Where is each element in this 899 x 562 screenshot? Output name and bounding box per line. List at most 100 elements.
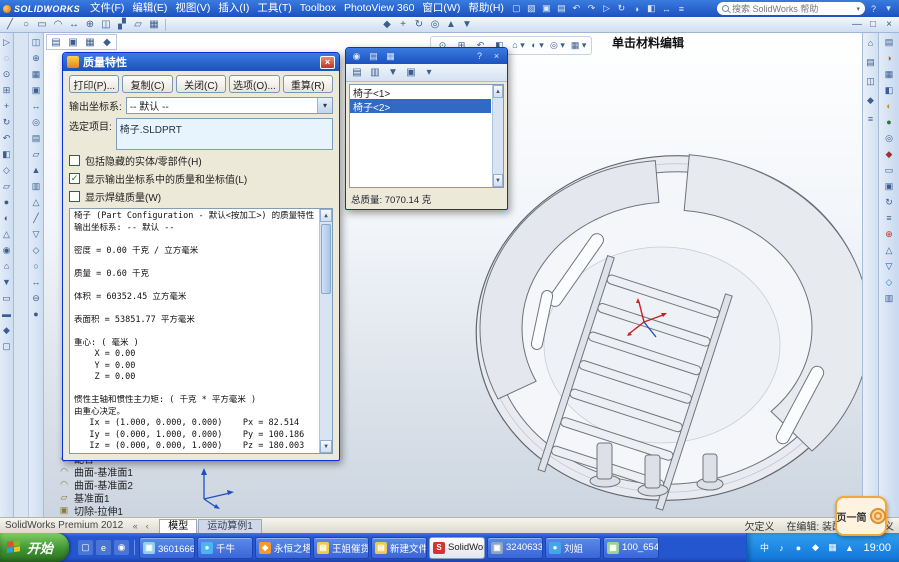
property-manager-tab-icon[interactable]: ▣ (65, 35, 81, 49)
menu-view[interactable]: 视图(V) (171, 0, 214, 17)
bom-icon[interactable]: ▥ (29, 179, 43, 193)
appearances-pane-icon[interactable]: ◆ (864, 93, 878, 107)
menu-help[interactable]: 帮助(H) (464, 0, 508, 17)
search-caret-icon[interactable]: ▾ (856, 5, 860, 13)
show-output-coordinate-checkbox[interactable]: ✓ 显示输出坐标系中的质量和坐标值(L) (69, 171, 333, 186)
dimxpert-tab-icon[interactable]: ◆ (99, 35, 115, 49)
zoom-fit-icon[interactable]: ⊙ (0, 67, 14, 81)
interference-detection-icon[interactable]: ▽ (29, 227, 43, 241)
task-folder-2[interactable]: ▤ 新建文件夹 (371, 537, 427, 559)
recall-render-icon[interactable]: ↻ (882, 195, 896, 209)
flat-list-icon[interactable]: ▤ (349, 66, 365, 80)
print-icon[interactable]: ▤ (554, 2, 569, 15)
toolbox-icon[interactable]: ▥ (882, 291, 896, 305)
task-qq-liujie[interactable]: ● 刘姐 (545, 537, 601, 559)
select-icon[interactable]: ▷ (599, 2, 614, 15)
tab-scroll-first[interactable]: « (129, 521, 141, 531)
zoom-area-icon[interactable]: ⊞ (0, 83, 14, 97)
move-component-icon[interactable]: ↔ (29, 99, 43, 113)
menu-toolbox[interactable]: Toolbox (296, 0, 340, 17)
more-options-icon[interactable]: ▾ (421, 66, 437, 80)
file-explorer-icon[interactable]: ◫ (864, 74, 878, 88)
checkbox-icon[interactable] (69, 191, 80, 202)
menu-edit[interactable]: 编辑(E) (128, 0, 171, 17)
list-item[interactable]: 椅子<1> (350, 85, 491, 99)
task-image-100[interactable]: ▦ 100_6546.b... (603, 537, 659, 559)
options-button[interactable]: 选项(O)... (229, 75, 279, 93)
camera-icon[interactable]: ◉ (0, 243, 14, 257)
hidden-lines-icon[interactable]: ▱ (0, 179, 14, 193)
chair-3d-model[interactable] (448, 140, 862, 517)
circle-icon[interactable]: ○ (18, 18, 34, 32)
pattern-icon[interactable]: ▞ (114, 18, 130, 32)
component-icon[interactable]: ◫ (98, 18, 114, 32)
wireframe-icon[interactable]: ◇ (0, 163, 14, 177)
decals-icon[interactable]: ◧ (882, 83, 896, 97)
dimension-icon[interactable]: ↔ (66, 18, 82, 32)
mass-properties-icon[interactable]: ⊖ (29, 291, 43, 305)
chevron-down-icon[interactable]: ▾ (317, 98, 332, 113)
network-icon[interactable]: ▦ (825, 541, 839, 555)
close-button[interactable]: 关闭(C) (176, 75, 226, 93)
pin-icon[interactable]: ◉ (349, 50, 364, 62)
start-button[interactable]: 开始 (0, 533, 69, 562)
recalculate-button[interactable]: 重算(R) (283, 75, 333, 93)
close-icon[interactable]: × (489, 50, 504, 62)
list-item[interactable]: 椅子<2> (350, 99, 491, 113)
schedule-render-icon[interactable]: ▣ (882, 179, 896, 193)
task-picture-viewer[interactable]: ▣ 3601666.图片 (139, 537, 195, 559)
menu-file[interactable]: 文件(F) (86, 0, 128, 17)
isometric-view-icon[interactable]: ◆ (0, 323, 14, 337)
print-button[interactable]: 打印(P)... (69, 75, 119, 93)
minimize-icon[interactable]: — (849, 18, 865, 32)
save-list-icon[interactable]: ▣ (403, 66, 419, 80)
menu-tools[interactable]: 工具(T) (253, 0, 295, 17)
show-hidden-icon[interactable]: ◎ (29, 115, 43, 129)
task-sw-document[interactable]: ▣ 3240633.d... (487, 537, 543, 559)
reference-icon[interactable]: ▱ (130, 18, 146, 32)
measure-icon[interactable]: ↔ (29, 275, 43, 289)
mass-properties-dialog-titlebar[interactable]: 质量特性 × (63, 53, 339, 71)
assembly-icon[interactable]: ◆ (379, 18, 395, 32)
list-view-icon[interactable]: ▤ (366, 50, 381, 62)
resources-icon[interactable]: ⌂ (864, 36, 878, 50)
close-icon[interactable]: × (320, 56, 335, 69)
assembly-features-icon[interactable]: ▤ (29, 131, 43, 145)
media-player-icon[interactable]: ◉ (114, 540, 129, 555)
selected-items-field[interactable]: 椅子.SLDPRT (116, 118, 333, 150)
arc-icon[interactable]: ◠ (50, 18, 66, 32)
exploded-view-icon[interactable]: ▲ (443, 18, 459, 32)
ime-icon[interactable]: 中 (757, 541, 771, 555)
final-render-icon[interactable]: ◆ (882, 147, 896, 161)
restore-icon[interactable]: □ (865, 18, 881, 32)
copy-button[interactable]: 复制(C) (122, 75, 172, 93)
move-component-icon[interactable]: + (395, 18, 411, 32)
integrated-preview-icon[interactable]: ◎ (882, 131, 896, 145)
show-desktop-icon[interactable]: ▢ (78, 540, 93, 555)
list-scrollbar[interactable]: ▲ ▼ (492, 85, 503, 187)
rebuild-icon[interactable]: ↻ (614, 2, 629, 15)
safety-tray-icon[interactable]: ◆ (808, 541, 822, 555)
feature-tree-tab-icon[interactable]: ▤ (48, 35, 64, 49)
mate-icon[interactable]: ⊕ (29, 51, 43, 65)
undo-icon[interactable]: ↶ (569, 2, 584, 15)
tab-model[interactable]: 模型 (159, 519, 197, 533)
view-orientation-icon[interactable]: ⌂ ▾ (510, 38, 527, 53)
scroll-down-icon[interactable]: ▼ (493, 174, 503, 187)
lasso-icon[interactable]: ◌ (0, 51, 14, 65)
simulation-icon[interactable]: ▽ (882, 259, 896, 273)
show-weld-mass-checkbox[interactable]: 显示焊缝质量(W) (69, 189, 333, 204)
linear-pattern-icon[interactable]: ▦ (29, 67, 43, 81)
options-icon[interactable]: ≡ (674, 2, 689, 15)
menu-window[interactable]: 窗口(W) (418, 0, 464, 17)
motion-study-icon[interactable]: ▲ (29, 163, 43, 177)
normal-to-icon[interactable]: ▼ (0, 275, 14, 289)
status-under-defined[interactable]: 欠定义 (744, 518, 774, 533)
sensor-icon[interactable]: ● (29, 307, 43, 321)
motion-icon[interactable]: △ (882, 243, 896, 257)
exploded-view-icon[interactable]: △ (29, 195, 43, 209)
rotate-view-icon[interactable]: ↻ (0, 115, 14, 129)
search-input[interactable] (732, 4, 853, 14)
measure-icon[interactable]: ↔ (659, 2, 674, 15)
tree-view-icon[interactable]: ▦ (383, 50, 398, 62)
